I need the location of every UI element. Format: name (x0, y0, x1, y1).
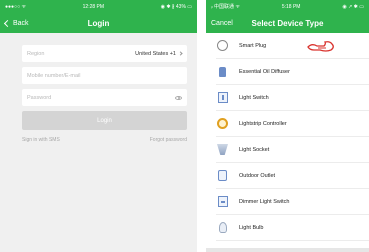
status-indicators: ◉ ✱ ∦ 43% ▭ (160, 3, 192, 10)
screenshot-stage: ●●●○○ ᯤ 12:28 PM ◉ ✱ ∦ 43% ▭ Back Login … (0, 0, 369, 252)
login-screen: ●●●○○ ᯤ 12:28 PM ◉ ✱ ∦ 43% ▭ Back Login … (0, 0, 197, 252)
device-row-smart-plug[interactable]: Smart Plug (216, 33, 369, 59)
status-bar: ᵢₗ 中国联通 ᯤ 5:18 PM ◉ ↗ ✱ ▭ (206, 0, 369, 13)
forgot-password-link[interactable]: Forgot password (150, 137, 187, 143)
device-row-light-switch[interactable]: Light Switch (216, 85, 369, 111)
device-row-dimmer-light-switch[interactable]: Dimmer Light Switch (216, 189, 369, 215)
password-input[interactable]: Password (22, 89, 187, 106)
region-selector[interactable]: Region United States +1 (22, 45, 187, 62)
region-label: Region (27, 50, 45, 57)
login-button[interactable]: Login (22, 111, 187, 130)
pointing-hand-icon (307, 41, 334, 52)
chevron-right-icon (178, 51, 183, 56)
device-row-essential-oil-diffuser[interactable]: Essential Oil Diffuser (216, 59, 369, 85)
plug-icon (217, 40, 228, 51)
device-row-outdoor-outlet[interactable]: Outdoor Outlet (216, 163, 369, 189)
back-label: Back (13, 19, 29, 27)
light-switch-icon (217, 92, 228, 103)
lightstrip-icon (217, 118, 228, 129)
device-row-light-socket[interactable]: Light Socket (216, 137, 369, 163)
page-title: Login (87, 18, 110, 28)
status-time: 5:18 PM (281, 3, 301, 10)
list-bottom-divider (206, 248, 369, 252)
phone-email-input[interactable]: Mobile number/E-mail (22, 67, 187, 84)
light-socket-icon (217, 144, 228, 155)
region-value: United States +1 (135, 50, 183, 57)
device-row-light-bulb[interactable]: Light Bulb (216, 215, 369, 241)
chevron-left-icon (3, 19, 12, 27)
device-name: Smart Plug (239, 42, 267, 49)
device-name: Dimmer Light Switch (239, 198, 290, 205)
device-type-screen: ᵢₗ 中国联通 ᯤ 5:18 PM ◉ ↗ ✱ ▭ Cancel Select … (206, 0, 369, 252)
device-list: Smart Plug Essential Oil Diffuser Light … (206, 33, 369, 241)
device-name: Light Bulb (239, 224, 264, 231)
device-name: Light Switch (239, 94, 269, 101)
login-form: Region United States +1 Mobile number/E-… (0, 33, 197, 143)
nav-bar: Back Login (0, 13, 197, 33)
diffuser-icon (219, 66, 226, 77)
nav-bar: Cancel Select Device Type (206, 13, 369, 33)
phone-email-placeholder: Mobile number/E-mail (27, 72, 81, 79)
region-value-text: United States +1 (135, 50, 176, 57)
cancel-button[interactable]: Cancel (211, 20, 233, 27)
eye-icon[interactable] (175, 95, 182, 100)
device-name: Outdoor Outlet (239, 172, 276, 179)
outdoor-outlet-icon (218, 170, 227, 181)
back-button[interactable]: Back (3, 19, 29, 27)
status-time: 12:28 PM (82, 3, 105, 10)
status-bar: ●●●○○ ᯤ 12:28 PM ◉ ✱ ∦ 43% ▭ (0, 0, 197, 13)
login-links: Sign in with SMS Forgot password (22, 137, 187, 143)
device-name: Light Socket (239, 146, 270, 153)
dimmer-switch-icon (217, 196, 228, 207)
sms-signin-link[interactable]: Sign in with SMS (22, 137, 60, 143)
device-row-lightstrip-controller[interactable]: Lightstrip Controller (216, 111, 369, 137)
status-indicators: ◉ ↗ ✱ ▭ (342, 3, 364, 10)
carrier-signal: ᵢₗ 中国联通 ᯤ (211, 4, 240, 10)
device-name: Essential Oil Diffuser (239, 68, 290, 75)
light-bulb-icon (218, 222, 227, 233)
device-name: Lightstrip Controller (239, 120, 287, 127)
carrier-signal: ●●●○○ ᯤ (5, 3, 27, 10)
password-placeholder: Password (27, 94, 52, 101)
